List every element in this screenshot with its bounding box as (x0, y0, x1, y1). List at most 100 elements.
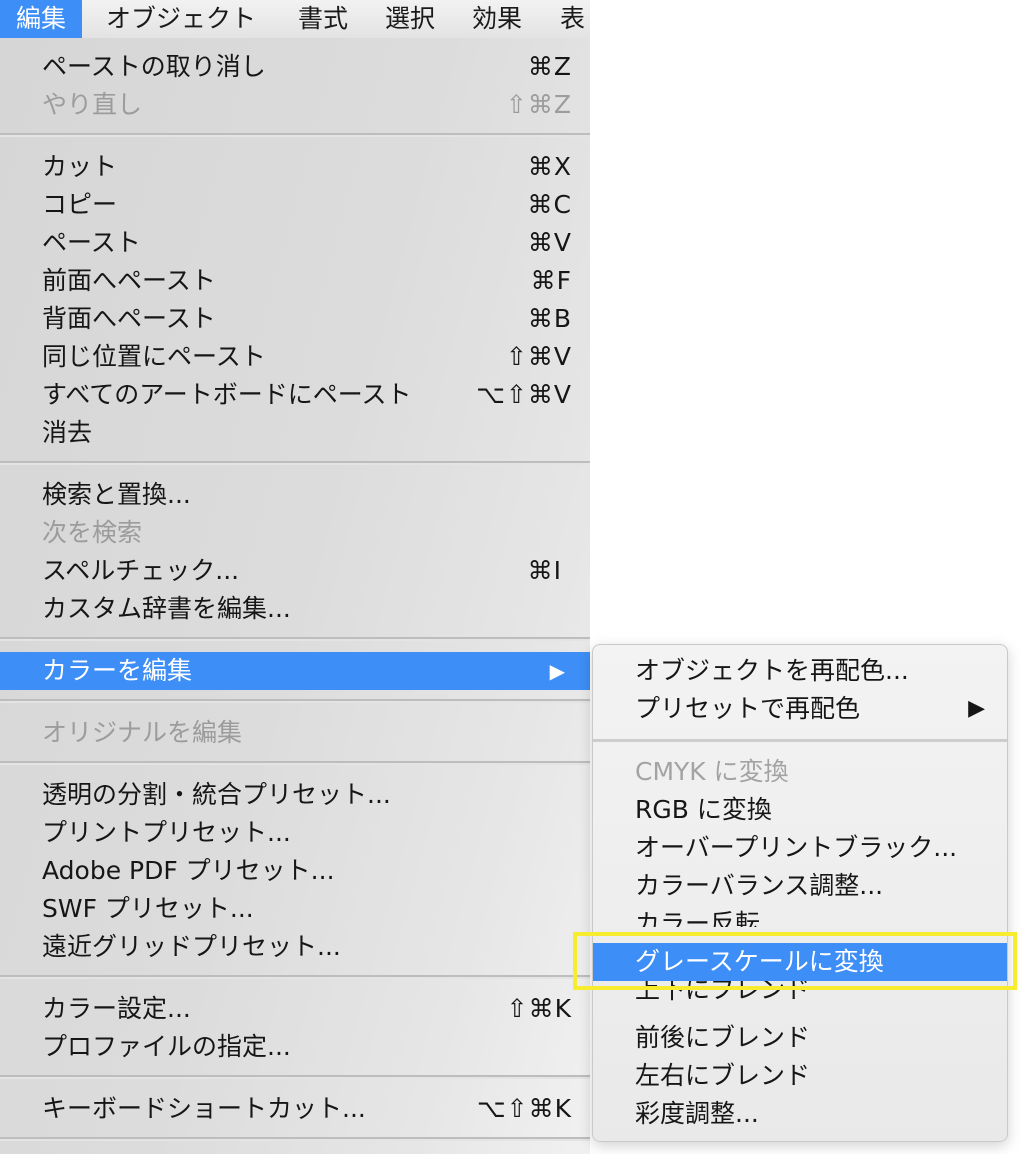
highlight-callout-box (573, 932, 1017, 990)
menu-separator (0, 761, 590, 765)
menu-item-assign-profile[interactable]: プロファイルの指定... (0, 1028, 590, 1066)
menu-item-paste[interactable]: ペースト ⌘V (0, 224, 590, 262)
menubar-type[interactable]: 書式 (298, 0, 348, 38)
submenu-item-saturate[interactable]: 彩度調整... (593, 1095, 1007, 1133)
menu-item-label: 検索と置換... (42, 480, 191, 509)
menu-item-label: プリセットで再配色 (635, 694, 861, 723)
menu-item-label: 彩度調整... (635, 1099, 759, 1128)
submenu-item-convert-to-cmyk: CMYK に変換 (593, 753, 1007, 791)
menu-item-find-next: 次を検索 (0, 514, 590, 552)
menu-item-label: カット (42, 152, 118, 181)
submenu-item-recolor-artwork[interactable]: オブジェクトを再配色... (593, 652, 1007, 690)
menu-item-copy[interactable]: コピー ⌘C (0, 186, 590, 224)
menu-item-label: プリントプリセット... (42, 818, 291, 847)
menu-item-label: RGB に変換 (635, 795, 772, 824)
shortcut-label: ⌘Z (527, 52, 572, 81)
menu-item-label: キーボードショートカット... (42, 1094, 366, 1123)
menu-item-print-presets[interactable]: プリントプリセット... (0, 814, 590, 852)
menu-item-label: カラー設定... (42, 994, 191, 1023)
menu-item-label: プロファイルの指定... (42, 1032, 291, 1061)
menu-item-label: すべてのアートボードにペースト (42, 380, 412, 409)
menu-item-label: ペーストの取り消し (42, 52, 266, 81)
shortcut-label: ⌘B (527, 304, 572, 333)
submenu-item-blend-front-to-back[interactable]: 前後にブレンド (593, 1019, 1007, 1057)
edit-colors-submenu: オブジェクトを再配色... プリセットで再配色 ▶ CMYK に変換 RGB に… (592, 644, 1008, 1142)
shortcut-label: ⌘X (527, 152, 572, 181)
menu-item-redo: やり直し ⇧⌘Z (0, 86, 590, 124)
menu-separator (0, 1137, 590, 1141)
menu-item-spell-check[interactable]: スペルチェック... ⌘I (0, 552, 590, 590)
shortcut-label: ⇧⌘V (505, 342, 572, 371)
shortcut-label: ⌥⇧⌘K (476, 1094, 572, 1123)
menu-separator (0, 975, 590, 979)
menu-bar: 編集 オブジェクト 書式 選択 効果 表 (0, 0, 590, 38)
menu-item-paste-on-all-artboards[interactable]: すべてのアートボードにペースト ⌥⇧⌘V (0, 376, 590, 414)
menu-item-edit-original: オリジナルを編集 (0, 714, 590, 752)
menu-item-label: 同じ位置にペースト (42, 342, 266, 371)
menu-item-flattener-presets[interactable]: 透明の分割・統合プリセット... (0, 776, 590, 814)
menubar-object[interactable]: オブジェクト (106, 0, 256, 38)
menu-item-label: 左右にブレンド (635, 1061, 811, 1090)
menu-item-label: CMYK に変換 (635, 757, 789, 786)
menu-item-label: カラーを編集 (42, 656, 193, 685)
menu-item-paste-in-front[interactable]: 前面へペースト ⌘F (0, 262, 590, 300)
submenu-item-adjust-color-balance[interactable]: カラーバランス調整... (593, 867, 1007, 905)
menu-item-swf-presets[interactable]: SWF プリセット... (0, 890, 590, 928)
menu-item-label: カラーバランス調整... (635, 871, 884, 900)
menu-item-label: 次を検索 (42, 518, 143, 547)
menu-item-label: 前後にブレンド (635, 1023, 811, 1052)
submenu-arrow-icon: ▶ (968, 696, 985, 721)
menu-item-label: コピー (42, 190, 118, 219)
menu-item-edit-custom-dictionary[interactable]: カスタム辞書を編集... (0, 590, 590, 628)
menu-item-label: オブジェクトを再配色... (635, 656, 909, 685)
menu-item-pdf-presets[interactable]: Adobe PDF プリセット... (0, 852, 590, 890)
shortcut-label: ⇧⌘Z (505, 90, 572, 119)
menu-item-label: 消去 (42, 418, 93, 447)
menu-separator (0, 1075, 590, 1079)
menu-item-label: 背面へペースト (42, 304, 216, 333)
menubar-view[interactable]: 表 (560, 0, 585, 38)
menu-item-label: 遠近グリッドプリセット... (42, 932, 341, 961)
shortcut-label: ⌘F (530, 266, 572, 295)
menu-item-clear[interactable]: 消去 (0, 414, 590, 452)
menu-item-label: スペルチェック... (42, 556, 240, 585)
menu-item-label: 透明の分割・統合プリセット... (42, 780, 391, 809)
menu-item-label: SWF プリセット... (42, 894, 254, 923)
menu-item-paste-in-back[interactable]: 背面へペースト ⌘B (0, 300, 590, 338)
menu-separator (0, 699, 590, 703)
submenu-item-recolor-with-preset[interactable]: プリセットで再配色 ▶ (593, 690, 1007, 728)
menu-item-label: ペースト (42, 228, 141, 257)
submenu-arrow-icon: ▶ (549, 659, 566, 683)
submenu-item-invert-colors[interactable]: カラー反転 (593, 905, 1007, 927)
shortcut-label: ⇧⌘K (506, 994, 572, 1023)
shortcut-label: ⌥⇧⌘V (476, 380, 572, 409)
menu-item-label: オリジナルを編集 (42, 718, 243, 747)
shortcut-label: ⌘C (527, 190, 572, 219)
menu-item-label: 前面へペースト (42, 266, 216, 295)
menu-separator (0, 133, 590, 137)
menubar-select[interactable]: 選択 (385, 0, 435, 38)
menu-item-label: カラー反転 (635, 909, 761, 927)
menu-item-perspective-grid-presets[interactable]: 遠近グリッドプリセット... (0, 928, 590, 966)
menu-item-undo-paste[interactable]: ペーストの取り消し ⌘Z (0, 48, 590, 86)
menu-item-find-replace[interactable]: 検索と置換... (0, 476, 590, 514)
shortcut-label: ⌘V (527, 228, 572, 257)
menu-separator (593, 739, 1007, 742)
menu-item-cut[interactable]: カット ⌘X (0, 148, 590, 186)
submenu-item-convert-to-rgb[interactable]: RGB に変換 (593, 791, 1007, 829)
submenu-item-overprint-black[interactable]: オーバープリントブラック... (593, 829, 1007, 867)
menu-item-label: オーバープリントブラック... (635, 833, 958, 862)
menu-item-label: Adobe PDF プリセット... (42, 856, 335, 885)
menu-separator (0, 637, 590, 641)
menu-item-color-settings[interactable]: カラー設定... ⇧⌘K (0, 990, 590, 1028)
submenu-item-blend-horizontally[interactable]: 左右にブレンド (593, 1057, 1007, 1095)
menu-item-keyboard-shortcuts[interactable]: キーボードショートカット... ⌥⇧⌘K (0, 1090, 590, 1128)
menubar-edit[interactable]: 編集 (0, 0, 83, 38)
menu-item-paste-in-place[interactable]: 同じ位置にペースト ⇧⌘V (0, 338, 590, 376)
menu-item-label: カスタム辞書を編集... (42, 594, 291, 623)
edit-menu: ペーストの取り消し ⌘Z やり直し ⇧⌘Z カット ⌘X コピー ⌘C ペースト… (0, 38, 590, 1154)
menu-item-edit-colors[interactable]: カラーを編集 ▶ (0, 652, 590, 690)
menubar-effect[interactable]: 効果 (472, 0, 522, 38)
shortcut-label: ⌘I (527, 556, 562, 585)
menu-separator (0, 461, 590, 465)
